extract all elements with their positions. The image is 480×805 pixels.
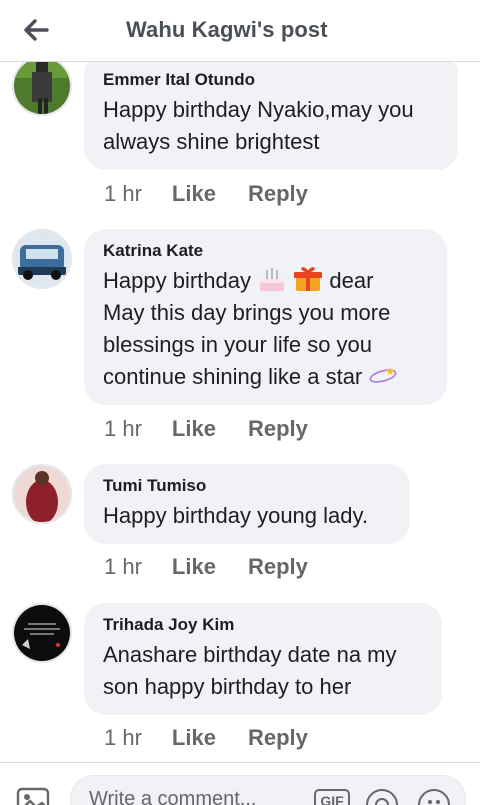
emoji-icon xyxy=(428,800,440,804)
comment-actions: 1 hr Like Reply xyxy=(104,554,340,580)
back-button[interactable] xyxy=(20,14,52,46)
sticker-icon xyxy=(375,798,389,805)
back-arrow-icon xyxy=(24,19,49,41)
top-bar: Wahu Kagwi's post xyxy=(0,0,480,62)
comment-list: Emmer Ital Otundo Happy birthday Nyakio,… xyxy=(0,62,480,762)
sticker-button[interactable] xyxy=(366,789,398,805)
reply-button[interactable]: Reply xyxy=(248,416,308,442)
comment-time: 1 hr xyxy=(104,181,142,206)
reply-button[interactable]: Reply xyxy=(248,554,308,580)
avatar[interactable] xyxy=(12,62,72,116)
avatar[interactable] xyxy=(12,603,72,663)
avatar[interactable] xyxy=(12,229,72,289)
comment-author[interactable]: Trihada Joy Kim xyxy=(103,615,424,635)
page-title: Wahu Kagwi's post xyxy=(126,17,328,42)
comment-time: 1 hr xyxy=(104,554,142,579)
like-button[interactable]: Like xyxy=(172,725,216,751)
gif-button[interactable]: GIF xyxy=(314,789,350,805)
avatar[interactable] xyxy=(12,464,72,524)
comment-bubble: Emmer Ital Otundo Happy birthday Nyakio,… xyxy=(84,62,458,170)
comment-text: Happy birthday young lady. xyxy=(103,503,368,528)
comment-input[interactable] xyxy=(70,775,466,805)
like-button[interactable]: Like xyxy=(172,416,216,442)
comment-composer: GIF xyxy=(0,762,480,805)
photo-icon xyxy=(16,787,50,805)
comment-text: Happy birthday Nyakio,may you always shi… xyxy=(103,97,414,154)
reply-button[interactable]: Reply xyxy=(248,181,308,207)
gift-icon xyxy=(294,267,323,291)
dizzy-star-icon xyxy=(369,367,397,383)
like-button[interactable]: Like xyxy=(172,181,216,207)
comment-author[interactable]: Emmer Ital Otundo xyxy=(103,70,440,90)
comment-time: 1 hr xyxy=(104,725,142,750)
comment-actions: 1 hr Like Reply xyxy=(104,416,340,442)
birthday-cake-icon xyxy=(260,268,285,291)
comment-text: Anashare birthday date na my son happy b… xyxy=(103,642,397,699)
comment-actions: 1 hr Like Reply xyxy=(104,725,340,751)
comment-author[interactable]: Tumi Tumiso xyxy=(103,476,392,496)
reply-button[interactable]: Reply xyxy=(248,725,308,751)
comment-actions: 1 hr Like Reply xyxy=(104,181,340,207)
comment-bubble: Trihada Joy Kim Anashare birthday date n… xyxy=(84,603,442,715)
comment-author[interactable]: Katrina Kate xyxy=(103,241,429,261)
like-button[interactable]: Like xyxy=(172,554,216,580)
comment-bubble: Katrina Kate Happy birthday dear May thi… xyxy=(84,229,447,405)
emoji-button[interactable] xyxy=(418,789,450,805)
comment-time: 1 hr xyxy=(104,416,142,441)
comment-text: Happy birthday dear May this day brings … xyxy=(103,265,429,393)
photo-button[interactable] xyxy=(16,787,54,805)
comment-bubble: Tumi Tumiso Happy birthday young lady. xyxy=(84,464,410,544)
